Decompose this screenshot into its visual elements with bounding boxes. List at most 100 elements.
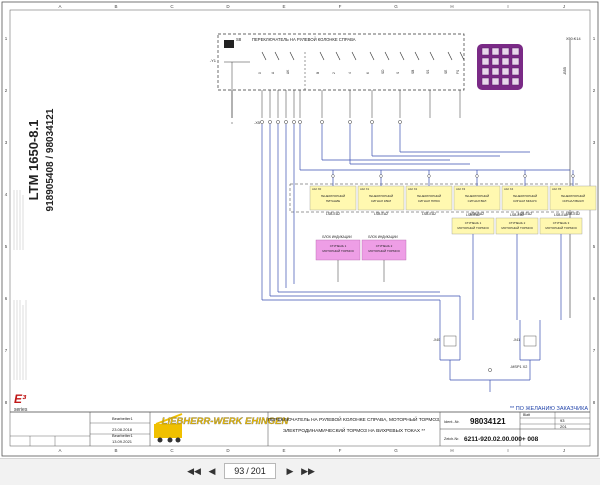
column-letter-bottom: A — [58, 448, 61, 453]
connector-pin — [511, 67, 520, 76]
module-text: СТУПЕНЬ 2 — [509, 221, 526, 225]
connector-pinout-icon — [477, 44, 523, 90]
module-code: LSB-EA2 — [422, 212, 436, 216]
author-1: Bearbeiter1 — [112, 416, 133, 421]
left-marker: -Y1 — [210, 58, 217, 63]
author-2: Bearbeiter1 — [112, 433, 133, 438]
connector-pin — [491, 67, 500, 76]
contact-label: B — [316, 72, 320, 74]
column-letter: F — [339, 4, 342, 9]
drawing-title-vertical: LTM 1650-8.1 — [26, 120, 41, 201]
page-count: 201 — [560, 424, 567, 429]
column-letter: E — [282, 4, 285, 9]
indication-text: СТУПЕНЬ 1 — [330, 244, 347, 248]
module-text: ГЕНЕРАТОРНЫЙ — [561, 194, 585, 198]
connector-pin — [481, 57, 490, 66]
module-ref: A42 X0 — [312, 187, 322, 191]
bottom-ref: -MSP1 X2 — [510, 365, 527, 369]
first-page-icon[interactable]: ◀◀ — [186, 464, 202, 480]
terminal-point — [398, 120, 402, 124]
connector-pin — [511, 77, 520, 86]
module-code: LSB-EA2 — [374, 212, 388, 216]
module-text: МОТОРНЫЙ ТОРМОЗ — [545, 226, 577, 230]
module-text: СИГНАЛ ВЫКЛ — [562, 199, 583, 203]
pdf-viewer: AABBCCDDEEFFGGHHIIJJ 1122334455667788 LT… — [0, 0, 600, 485]
terminal-point — [370, 120, 374, 124]
column-letter-bottom: F — [339, 448, 342, 453]
connector-pin — [501, 57, 510, 66]
next-page-icon[interactable]: ▶ — [282, 464, 298, 480]
module-text: ГЕНЕРАТОРНЫЙ — [465, 194, 489, 198]
module-ref: A42 X3 — [456, 187, 466, 191]
date-created: 23.08.2018 — [112, 427, 133, 432]
connector-pin — [491, 77, 500, 86]
module-ref: A42 X1 — [360, 187, 370, 191]
connector-top-label: X50:K14 — [566, 37, 581, 41]
module-code: LSB-EA2 — [326, 212, 340, 216]
contact-label: S — [396, 72, 400, 74]
e3-series-logo: E³ series — [14, 392, 28, 413]
connector-pin — [501, 47, 510, 56]
page-indicator[interactable]: 93 / 201 — [224, 463, 276, 479]
schematic-sheet: AABBCCDDEEFFGGHHIIJJ 1122334455667788 LT… — [1, 1, 599, 457]
indication-text: СТУПЕНЬ 2 — [376, 244, 393, 248]
module-text: МОТОРНЫЙ ТОРМОЗ — [457, 226, 489, 230]
pdf-toolbar: ◀◀ ◀ 93 / 201 ▶ ▶▶ — [0, 458, 600, 485]
contact-label: 2 — [332, 72, 336, 74]
switch-symbol-icon — [224, 40, 234, 48]
bottom-terminal-label: -X41 — [513, 338, 520, 342]
connector-pin — [481, 47, 490, 56]
last-page-icon[interactable]: ▶▶ — [300, 464, 316, 480]
page-label: Blatt — [523, 413, 530, 417]
contact-label: 6 — [366, 72, 370, 74]
ident-number: 98034121 — [470, 417, 506, 426]
contact-label: 0 — [258, 72, 262, 74]
terminal-point — [284, 120, 288, 124]
contact-label: SS — [426, 70, 430, 74]
connector-pin — [501, 67, 510, 76]
drawing-numbers-vertical: 918905408 / 98034121 — [45, 108, 56, 211]
drawing-number: 6211-920.02.00.000+ 008 — [464, 436, 539, 443]
module-code: LSB-EA2 — [554, 213, 568, 217]
contact-label: 4 — [348, 72, 352, 74]
connector-pin — [481, 67, 490, 76]
module-text: СТУПЕНЬ 1 — [465, 221, 482, 225]
column-letter-bottom: G — [394, 448, 398, 453]
module-text: ГЕНЕРАТОРНЫЙ — [369, 194, 393, 198]
module-text: СИГНАЛ 1ВКЛ — [371, 199, 391, 203]
connector-bottom-label: -B55 — [563, 67, 567, 75]
fuse-marker: -X5 — [254, 121, 260, 125]
total-pages: 201 — [250, 466, 266, 476]
column-letter: H — [450, 4, 453, 9]
module-code: LSB-EA2 — [510, 213, 524, 217]
ident-label: Ident.-Nr. — [444, 420, 460, 424]
terminal-point — [292, 120, 296, 124]
indication-text: МОТОРНЫЙ ТОРМОЗ — [368, 249, 400, 253]
connector-pin — [511, 57, 520, 66]
module-text: ПИТАНИЕ — [326, 199, 340, 203]
previous-page-icon[interactable]: ◀ — [204, 464, 220, 480]
zeich-label: Zeich-Nr. — [444, 437, 459, 441]
terminal-point — [276, 120, 280, 124]
module-ref: A42 X2 — [408, 187, 418, 191]
module-code: LSB-EA2 — [566, 212, 580, 216]
terminal-point — [320, 120, 324, 124]
module-text: ГЕНЕРАТОРНЫЙ — [417, 194, 441, 198]
connector-pin — [491, 47, 500, 56]
column-letter: J — [563, 4, 565, 9]
page-number: 93 — [560, 418, 565, 423]
terminal-point — [348, 120, 352, 124]
module-ref: A42 X5 — [552, 187, 562, 191]
indication-header: БЛОК ИНДИКАЦИИ — [322, 235, 352, 239]
current-page: 93 — [234, 466, 245, 476]
connector-pin — [501, 77, 510, 86]
module-text: СИГНАЛ МИНУС — [513, 199, 538, 203]
column-letter: G — [394, 4, 398, 9]
bottom-terminal-label: -X40 — [433, 338, 440, 342]
module-text: ГЕНЕРАТОРНЫЙ — [513, 194, 537, 198]
date-modified: 13.09.2021 — [112, 439, 133, 444]
connector-pin — [491, 57, 500, 66]
indication-header: БЛОК ИНДИКАЦИИ — [368, 235, 398, 239]
column-letter-bottom: E — [282, 448, 285, 453]
module-text: МОТОРНЫЙ ТОРМОЗ — [501, 226, 533, 230]
